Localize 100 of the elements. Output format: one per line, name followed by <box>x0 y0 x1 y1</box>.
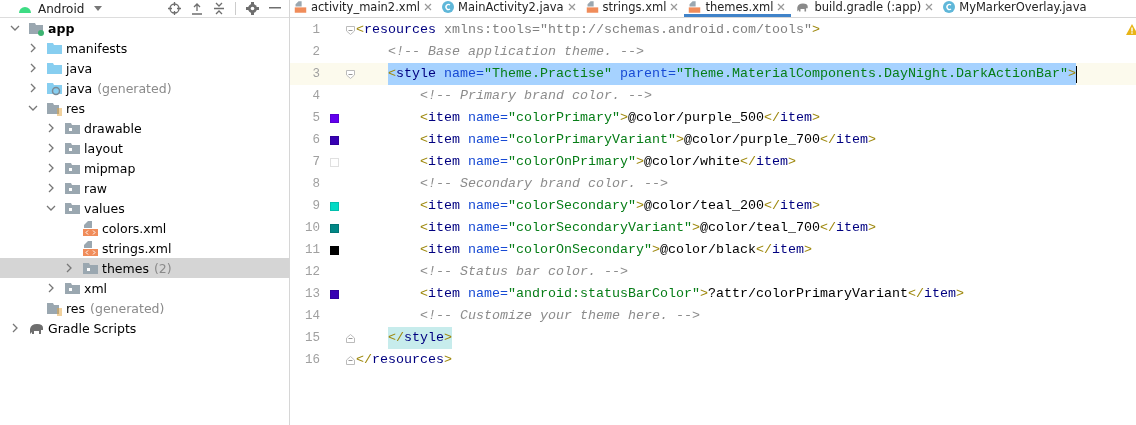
line-number: 2 <box>311 45 320 59</box>
xml-file-icon <box>294 1 307 13</box>
tree-item[interactable]: app <box>0 18 289 38</box>
line-number: 3 <box>311 67 320 81</box>
tree-item-label: app <box>48 20 75 36</box>
elephant-icon <box>795 1 811 13</box>
tree-item-label: values <box>84 200 125 216</box>
tree-item[interactable]: values <box>0 198 289 218</box>
collapse-all-icon[interactable] <box>213 2 225 15</box>
chevron-down-icon[interactable] <box>10 23 20 33</box>
color-swatch[interactable] <box>329 245 339 255</box>
tree-item[interactable]: xml <box>0 278 289 298</box>
chevron-right-icon[interactable] <box>46 143 56 153</box>
chevron-right-icon[interactable] <box>46 123 56 133</box>
color-swatch[interactable] <box>329 223 339 233</box>
dropdown-caret-icon[interactable] <box>94 5 103 12</box>
resource-folder-icon <box>46 300 63 316</box>
view-selector[interactable]: Android <box>38 1 85 16</box>
folder-icon <box>64 280 81 296</box>
close-icon[interactable] <box>777 3 786 11</box>
chevron-right-icon[interactable] <box>28 83 38 93</box>
editor-tab[interactable]: activity_main2.xml <box>290 0 439 17</box>
tree-item[interactable]: java (generated) <box>0 78 289 98</box>
line-number: 6 <box>311 133 320 147</box>
tree-item[interactable]: mipmap <box>0 158 289 178</box>
close-icon[interactable] <box>925 3 934 11</box>
chevron-right-icon[interactable] <box>28 43 38 53</box>
tree-item-label: layout <box>84 140 123 156</box>
code-line: <!-- Status bar color. --> <box>420 263 628 281</box>
color-swatch[interactable] <box>329 135 339 145</box>
tree-item[interactable]: java <box>0 58 289 78</box>
chevron-down-icon[interactable] <box>28 103 38 113</box>
settings-icon[interactable] <box>246 2 259 15</box>
folder-icon <box>64 200 81 216</box>
tree-item[interactable]: manifests <box>0 38 289 58</box>
tree-item-label: res <box>66 300 86 316</box>
chevron-down-icon[interactable] <box>46 203 56 213</box>
fold-marker-icon[interactable] <box>346 25 355 35</box>
chevron-right-icon[interactable] <box>46 183 56 193</box>
code-line: <item name="colorPrimaryVariant">@color/purple_700</item> <box>420 131 876 149</box>
tree-item[interactable]: strings.xml <box>0 238 289 258</box>
folder-icon <box>46 60 63 76</box>
close-icon[interactable] <box>670 3 679 11</box>
tree-item-label: raw <box>84 180 108 196</box>
folder-icon <box>64 140 81 156</box>
editor-tab[interactable]: MainActivity2.java <box>438 0 582 17</box>
color-swatch[interactable] <box>329 113 339 123</box>
tree-item[interactable]: colors.xml <box>0 218 289 238</box>
minimize-icon[interactable] <box>269 7 281 10</box>
tree-item-label: java <box>66 80 93 96</box>
chevron-right-icon[interactable] <box>10 323 20 333</box>
line-number: 5 <box>311 111 320 125</box>
folder-icon <box>64 120 81 136</box>
xml-file-icon <box>82 240 99 256</box>
expand-all-icon[interactable] <box>191 2 203 15</box>
code-line: <!-- Secondary brand color. --> <box>420 175 668 193</box>
tree-item-label: Gradle Scripts <box>48 320 137 336</box>
editor-tab[interactable]: strings.xml <box>581 0 685 17</box>
tree-item[interactable]: res <box>0 98 289 118</box>
tree-item-label: xml <box>84 280 108 296</box>
tree-item[interactable]: drawable <box>0 118 289 138</box>
tree-item-label: strings.xml <box>102 240 172 256</box>
line-number: 12 <box>304 265 320 279</box>
editor-tab[interactable]: build.gradle (:app) <box>791 0 940 17</box>
color-swatch[interactable] <box>329 157 339 167</box>
line-number: 13 <box>304 287 320 301</box>
tree-item-note: (2) <box>153 260 172 276</box>
chevron-right-icon[interactable] <box>64 263 74 273</box>
close-icon[interactable] <box>424 3 433 11</box>
line-number: 15 <box>304 331 320 345</box>
editor-tab[interactable]: MyMarkerOverlay.java <box>939 0 1093 17</box>
tree-item[interactable]: Gradle Scripts <box>0 318 289 338</box>
code-line: <!-- Base application theme. --> <box>388 43 644 61</box>
chevron-right-icon[interactable] <box>46 283 56 293</box>
line-number: 14 <box>304 309 320 323</box>
folder-icon <box>82 260 99 276</box>
folder-icon <box>64 180 81 196</box>
crosshair-icon[interactable] <box>168 2 181 15</box>
tree-item[interactable]: res (generated) <box>0 298 289 318</box>
module-folder-icon <box>28 20 45 36</box>
fold-marker-icon[interactable] <box>346 69 355 79</box>
close-icon[interactable] <box>567 3 576 11</box>
tree-item[interactable]: layout <box>0 138 289 158</box>
line-number: 7 <box>311 155 320 169</box>
line-number: 4 <box>311 89 320 103</box>
tree-item[interactable]: raw <box>0 178 289 198</box>
chevron-right-icon[interactable] <box>28 63 38 73</box>
color-swatch[interactable] <box>329 289 339 299</box>
color-swatch[interactable] <box>329 201 339 211</box>
line-number: 8 <box>311 177 320 191</box>
line-number: 10 <box>304 221 320 235</box>
fold-marker-icon[interactable] <box>346 355 355 365</box>
tree-item[interactable]: themes (2) <box>0 258 289 278</box>
code-line: <!-- Primary brand color. --> <box>420 87 652 105</box>
editor-tab[interactable]: themes.xml <box>684 0 792 17</box>
code-line: </resources> <box>356 351 452 369</box>
code-line: <item name="colorPrimary">@color/purple_500</item> <box>420 109 820 127</box>
resource-folder-icon <box>46 100 63 116</box>
chevron-right-icon[interactable] <box>46 163 56 173</box>
fold-marker-icon[interactable] <box>346 333 355 343</box>
